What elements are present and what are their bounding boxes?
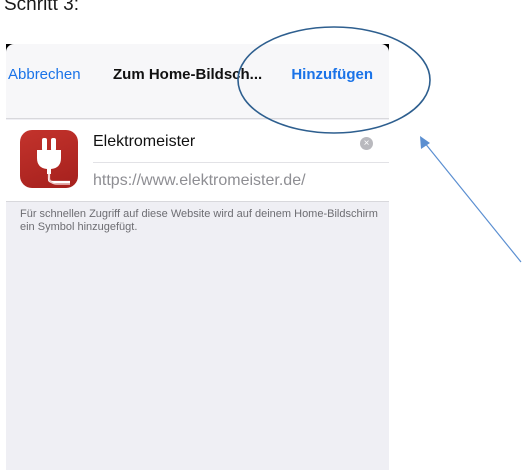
add-button[interactable]: Hinzufügen: [291, 66, 373, 83]
row-divider: [93, 162, 389, 163]
bookmark-form: Elektromeister × https://www.elektromeis…: [6, 120, 389, 202]
navigation-bar: Abbrechen Zum Home-Bildsch... Hinzufügen: [6, 44, 389, 119]
sheet-title: Zum Home-Bildsch...: [113, 66, 263, 83]
app-name-field[interactable]: Elektromeister: [93, 133, 195, 151]
add-to-home-sheet: Abbrechen Zum Home-Bildsch... Hinzufügen…: [6, 44, 389, 470]
pointer-arrow: [423, 141, 522, 263]
step-heading: Schritt 3:: [4, 0, 79, 15]
url-field: https://www.elektromeister.de/: [93, 172, 306, 189]
plug-icon: [20, 130, 78, 188]
clear-text-button[interactable]: ×: [360, 137, 373, 150]
arrow-head: [420, 136, 430, 149]
cancel-button[interactable]: Abbrechen: [8, 66, 81, 83]
help-text: Für schnellen Zugriff auf diese Website …: [20, 208, 378, 233]
